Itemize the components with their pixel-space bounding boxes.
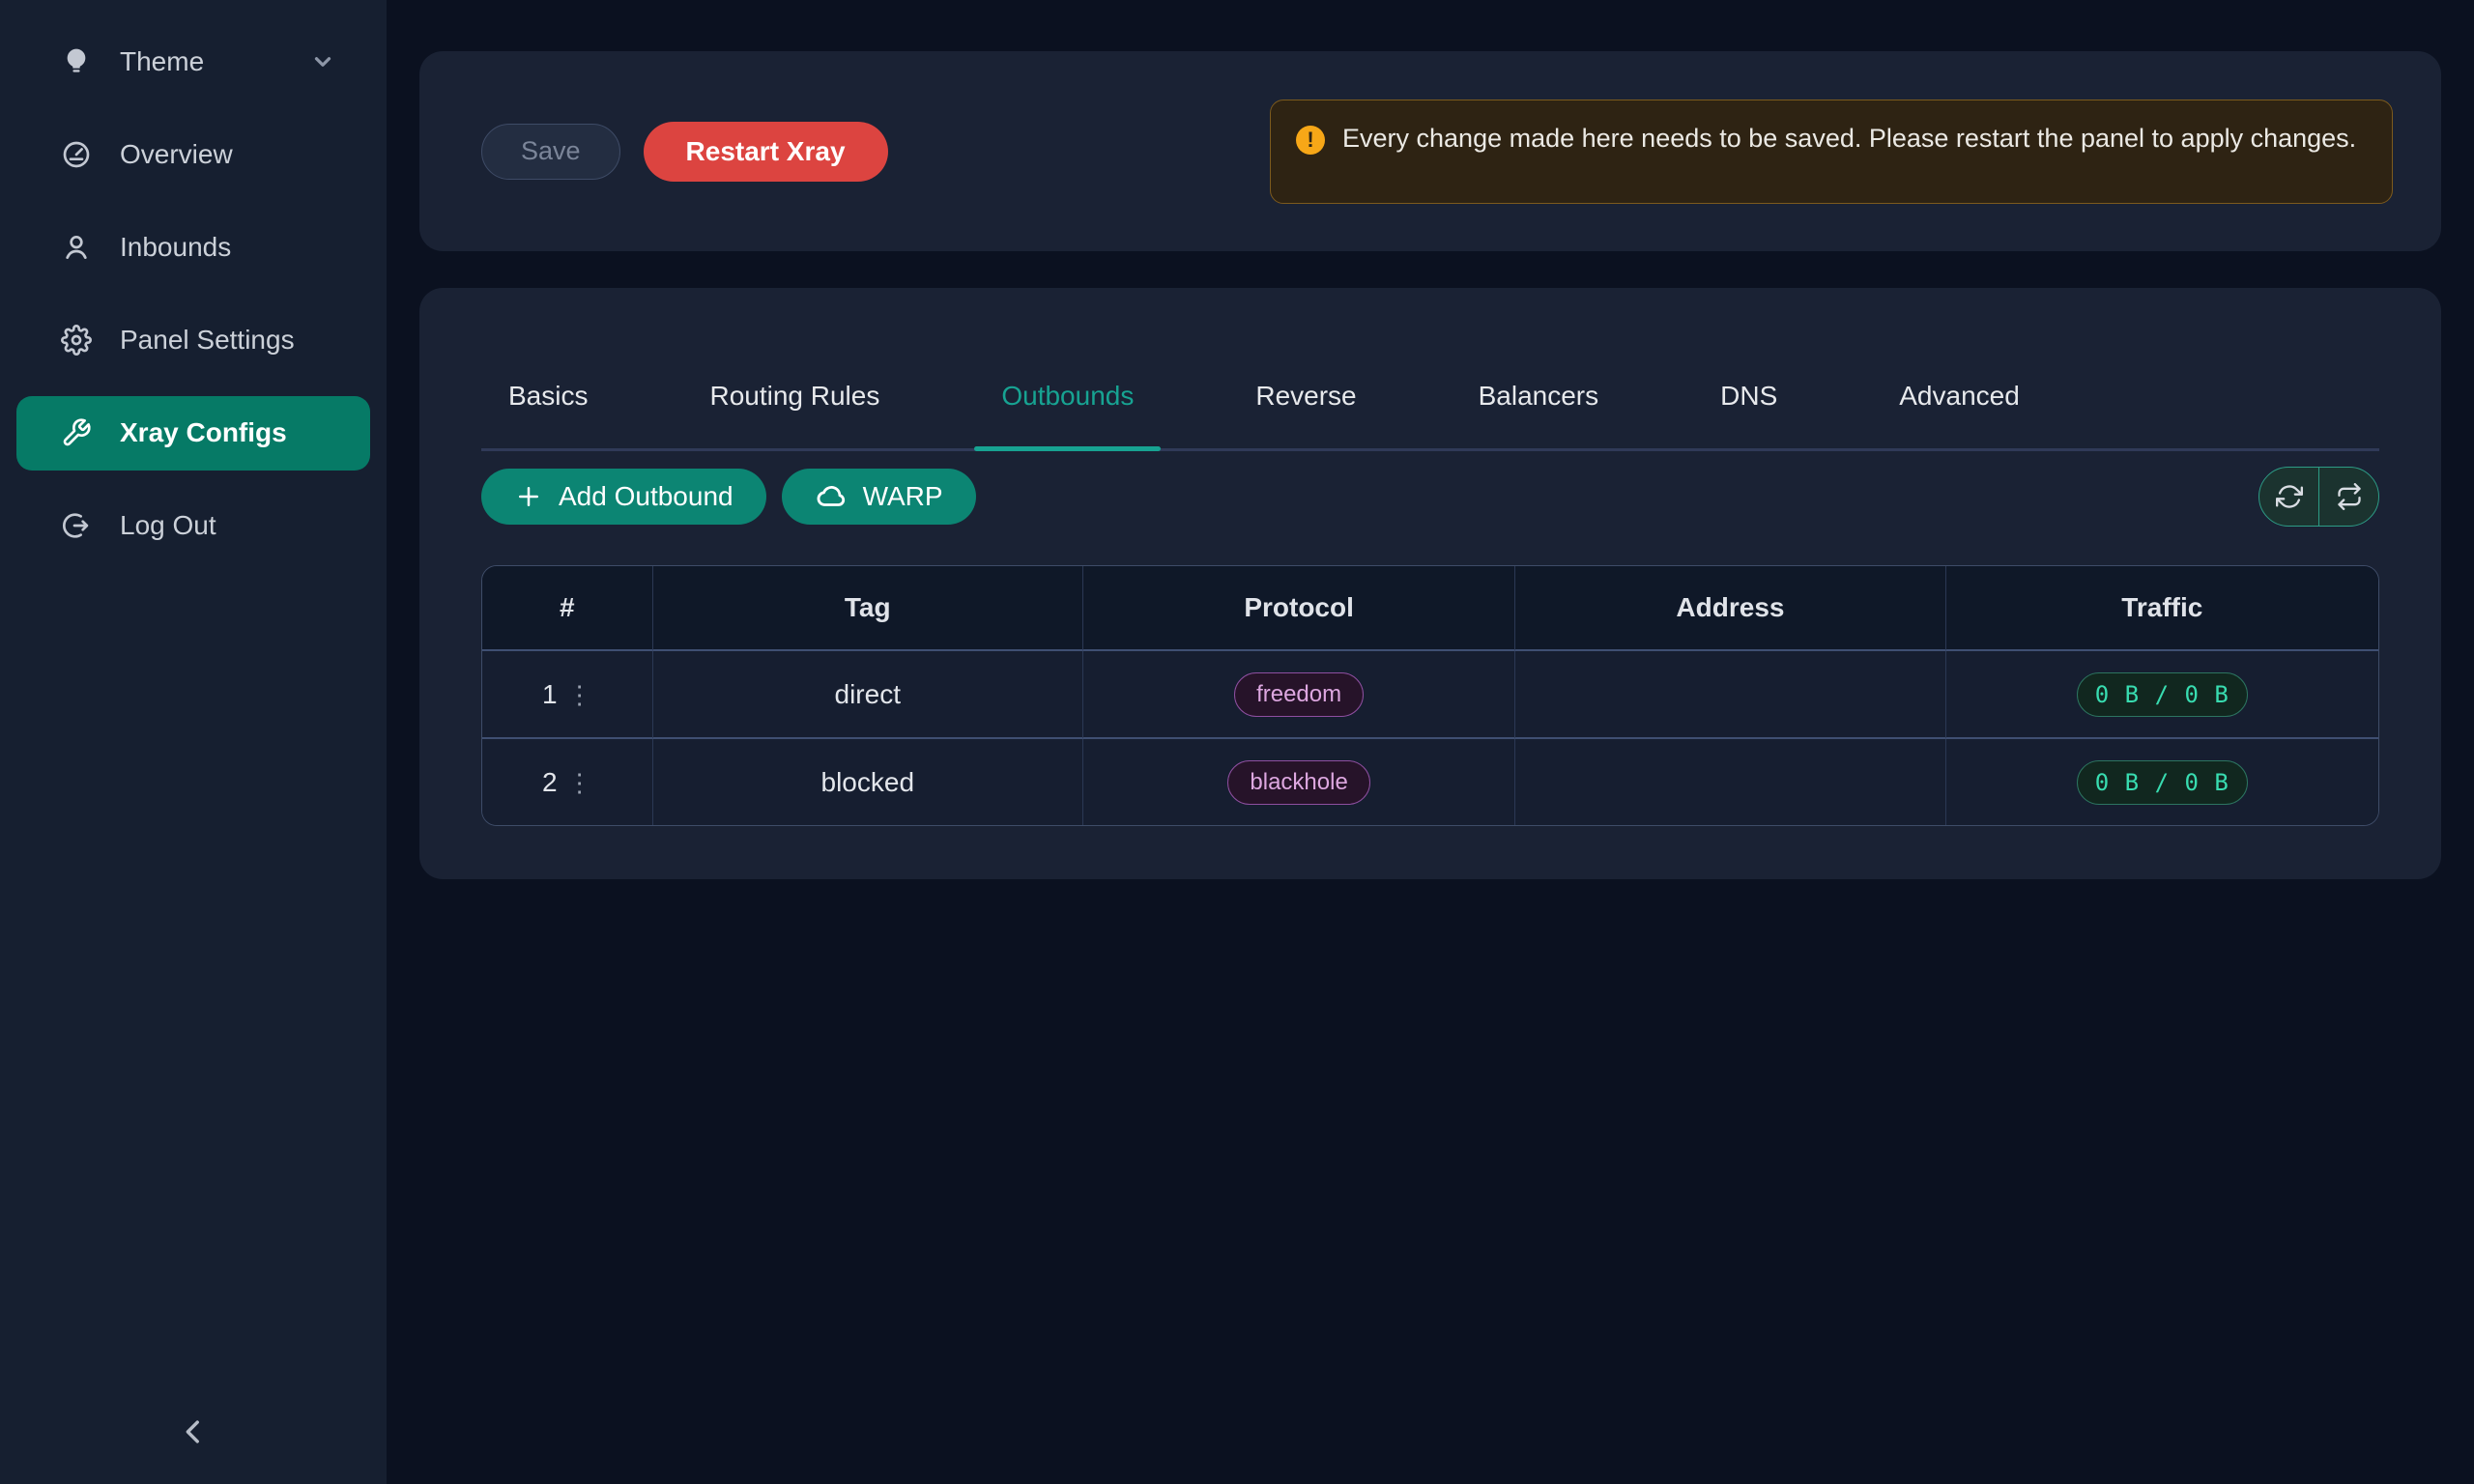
chevron-down-icon: [310, 49, 335, 74]
user-icon: [59, 230, 94, 265]
warp-button[interactable]: WARP: [782, 469, 976, 525]
refresh-icon: [2276, 483, 2303, 510]
sidebar-item-xray-configs-wrap: Xray Configs: [0, 386, 387, 479]
sidebar-collapse-button[interactable]: [166, 1405, 220, 1459]
sidebar-item-theme-wrap: Theme: [0, 15, 387, 108]
outbounds-toolbar: Add Outbound WARP: [481, 467, 2379, 527]
tab-basics[interactable]: Basics: [481, 381, 615, 448]
sidebar-item-overview[interactable]: Overview: [16, 118, 370, 192]
sidebar-item-inbounds-wrap: Inbounds: [0, 201, 387, 294]
tab-routing-rules[interactable]: Routing Rules: [682, 381, 906, 448]
outbounds-table: # Tag Protocol Address Traffic 1: [481, 565, 2379, 826]
tab-outbounds[interactable]: Outbounds: [974, 381, 1161, 448]
restart-xray-button[interactable]: Restart Xray: [644, 122, 888, 182]
main-content: Save Restart Xray ! Every change made he…: [387, 0, 2474, 1484]
save-button[interactable]: Save: [481, 124, 620, 180]
row-index: 1: [542, 679, 558, 710]
traffic-badge: 0 B / 0 B: [2077, 760, 2248, 805]
table-actions-group: [2258, 467, 2379, 527]
config-tabs: Basics Routing Rules Outbounds Reverse B…: [481, 288, 2379, 451]
gear-icon: [59, 323, 94, 357]
tag-cell: direct: [653, 651, 1083, 739]
column-header-traffic: Traffic: [1946, 566, 2378, 651]
tab-reverse[interactable]: Reverse: [1228, 381, 1383, 448]
sidebar-item-label: Log Out: [120, 510, 216, 541]
sidebar-item-label: Xray Configs: [120, 417, 287, 448]
plus-icon: [514, 482, 543, 511]
sidebar-item-log-out[interactable]: Log Out: [16, 489, 370, 563]
row-index: 2: [542, 767, 558, 798]
sidebar-item-inbounds[interactable]: Inbounds: [16, 211, 370, 285]
action-buttons: Save Restart Xray: [481, 122, 888, 182]
address-cell: [1515, 739, 1945, 825]
add-outbound-button[interactable]: Add Outbound: [481, 469, 766, 525]
column-header-address: Address: [1515, 566, 1945, 651]
sidebar-item-label: Panel Settings: [120, 325, 295, 356]
reset-traffic-button[interactable]: [2318, 468, 2378, 526]
row-menu-icon[interactable]: ⋮: [567, 770, 592, 795]
restart-warning-alert: ! Every change made here needs to be sav…: [1270, 100, 2393, 204]
logout-icon: [59, 508, 94, 543]
tab-balancers[interactable]: Balancers: [1452, 381, 1626, 448]
sidebar-nav: Theme Overview: [0, 0, 387, 572]
sidebar-item-panel-settings-wrap: Panel Settings: [0, 294, 387, 386]
tag-cell: blocked: [653, 739, 1083, 825]
column-header-index: #: [482, 566, 653, 651]
column-header-tag: Tag: [653, 566, 1083, 651]
protocol-badge: blackhole: [1227, 760, 1369, 805]
sidebar-item-panel-settings[interactable]: Panel Settings: [16, 303, 370, 378]
actions-card: Save Restart Xray ! Every change made he…: [419, 51, 2441, 251]
sidebar-item-label: Theme: [120, 46, 204, 77]
refresh-button[interactable]: [2259, 468, 2318, 526]
tab-dns[interactable]: DNS: [1693, 381, 1804, 448]
sidebar-item-log-out-wrap: Log Out: [0, 479, 387, 572]
xray-panel-app: Theme Overview: [0, 0, 2474, 1484]
xray-config-card: Basics Routing Rules Outbounds Reverse B…: [419, 288, 2441, 879]
add-outbound-label: Add Outbound: [559, 481, 734, 512]
chevron-left-icon: [177, 1415, 210, 1448]
cloud-icon: [815, 480, 848, 513]
tab-advanced[interactable]: Advanced: [1872, 381, 2047, 448]
warp-label: WARP: [863, 481, 943, 512]
sidebar: Theme Overview: [0, 0, 387, 1484]
protocol-badge: freedom: [1234, 672, 1364, 717]
table-row: 1 ⋮ direct freedom 0 B / 0 B: [482, 651, 2378, 739]
sidebar-item-overview-wrap: Overview: [0, 108, 387, 201]
address-cell: [1515, 651, 1945, 739]
dashboard-icon: [59, 137, 94, 172]
alert-message: Every change made here needs to be saved…: [1342, 118, 2356, 158]
wrench-icon: [59, 415, 94, 450]
sidebar-item-label: Inbounds: [120, 232, 231, 263]
table-header-row: # Tag Protocol Address Traffic: [482, 566, 2378, 651]
bulb-icon: [59, 44, 94, 79]
traffic-badge: 0 B / 0 B: [2077, 672, 2248, 717]
repeat-icon: [2336, 483, 2363, 510]
column-header-protocol: Protocol: [1083, 566, 1515, 651]
sidebar-item-xray-configs[interactable]: Xray Configs: [16, 396, 370, 471]
row-menu-icon[interactable]: ⋮: [567, 682, 592, 707]
sidebar-item-theme[interactable]: Theme: [16, 25, 370, 100]
warning-icon: !: [1296, 126, 1325, 155]
sidebar-item-label: Overview: [120, 139, 233, 170]
table-row: 2 ⋮ blocked blackhole 0 B / 0 B: [482, 739, 2378, 825]
